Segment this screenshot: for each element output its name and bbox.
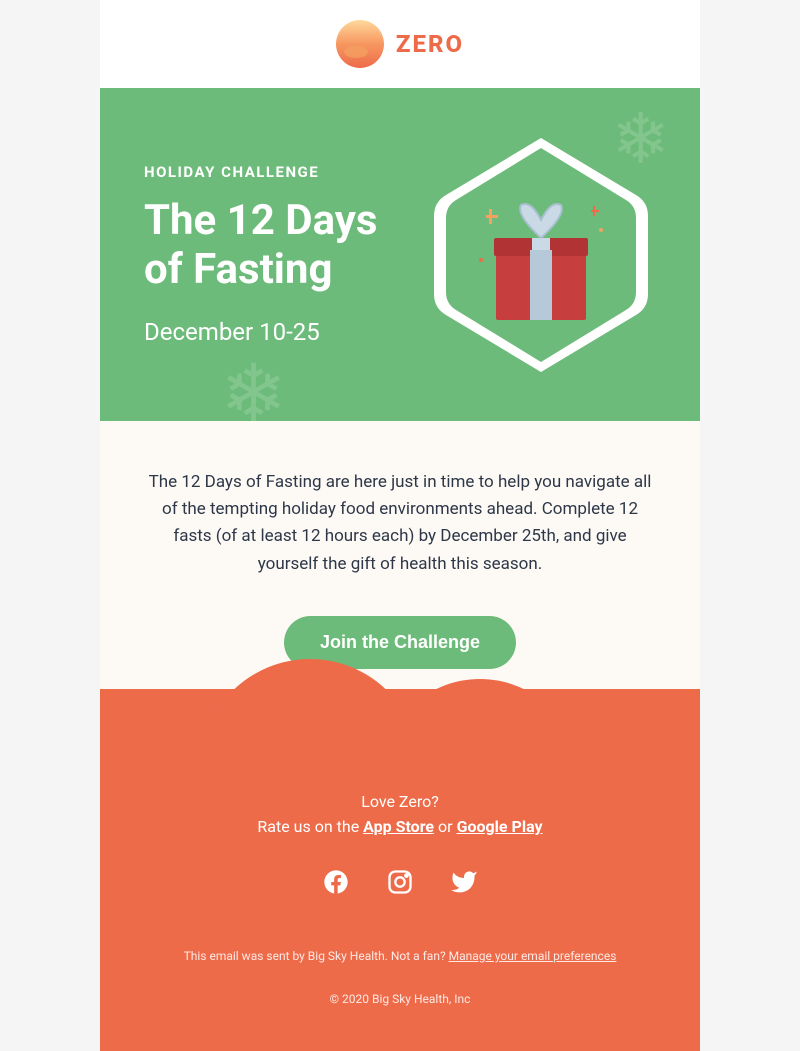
google-play-link[interactable]: Google Play	[457, 817, 543, 836]
hero-title: The 12 Days of Fasting	[144, 197, 406, 294]
gift-icon	[426, 130, 656, 380]
social-icons	[130, 868, 670, 896]
footer-section: Love Zero? Rate us on the App Store or G…	[100, 689, 700, 1051]
footer-legal: This email was sent by Big Sky Health. N…	[130, 946, 670, 1011]
legal-prefix: This email was sent by Big Sky Health. N…	[184, 949, 449, 963]
logo-icon	[336, 20, 384, 68]
hero-eyebrow: HOLIDAY CHALLENGE	[144, 163, 406, 181]
header: ZERO	[100, 0, 700, 88]
copyright-text: © 2020 Big Sky Health, Inc	[330, 992, 471, 1006]
footer-rate-text: Love Zero? Rate us on the App Store or G…	[130, 789, 670, 840]
snowflake-icon: ❄	[220, 347, 287, 421]
hero-section: ❄ ❄ HOLIDAY CHALLENGE The 12 Days of Fas…	[100, 88, 700, 421]
hero-text: HOLIDAY CHALLENGE The 12 Days of Fasting…	[144, 163, 406, 346]
hero-date: December 10-25	[144, 318, 406, 346]
footer-or: or	[434, 817, 456, 836]
twitter-icon[interactable]	[450, 868, 478, 896]
app-store-link[interactable]: App Store	[363, 817, 434, 836]
brand-name: ZERO	[396, 30, 464, 58]
instagram-icon[interactable]	[386, 868, 414, 896]
body-paragraph: The 12 Days of Fasting are here just in …	[144, 469, 656, 578]
cloud-decoration	[100, 649, 700, 769]
gift-badge	[426, 130, 656, 380]
footer-love: Love Zero?	[361, 792, 439, 811]
footer-rate-prefix: Rate us on the	[257, 817, 363, 836]
facebook-icon[interactable]	[322, 868, 350, 896]
manage-preferences-link[interactable]: Manage your email preferences	[449, 949, 617, 963]
email-container: ZERO ❄ ❄ HOLIDAY CHALLENGE The 12 Days o…	[100, 0, 700, 1051]
